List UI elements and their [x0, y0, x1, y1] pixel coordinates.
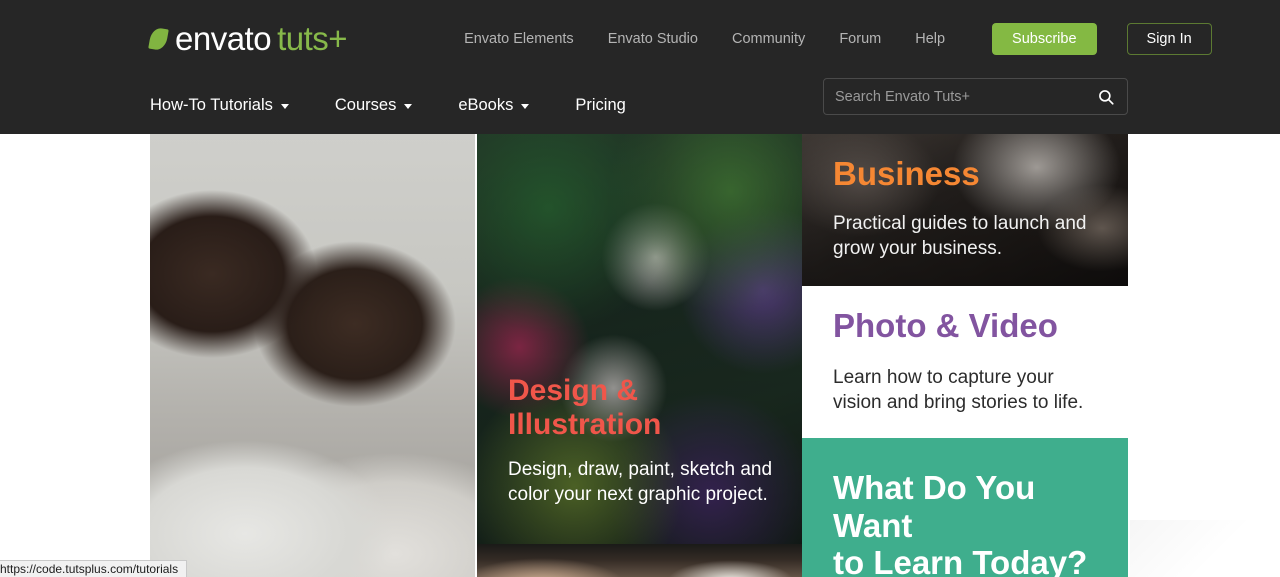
site-header: envato tuts+ Envato Elements Envato Stud…	[0, 0, 1280, 134]
main-nav: How-To Tutorials Courses eBooks Pricing	[150, 96, 672, 115]
chevron-down-icon	[521, 104, 530, 109]
top-nav-item-community[interactable]: Community	[715, 31, 822, 47]
main-nav-item-ebooks[interactable]: eBooks	[458, 96, 530, 115]
top-nav: Envato Elements Envato Studio Community …	[447, 22, 1212, 55]
site-logo[interactable]: envato tuts+	[148, 20, 348, 57]
card-photo-video-body: Learn how to capture your vision and bri…	[833, 366, 1084, 414]
grid-column-left	[150, 134, 475, 577]
photo-tile-desk[interactable]	[477, 544, 802, 577]
status-bar-url: https://code.tutsplus.com/tutorials	[0, 560, 188, 577]
chevron-down-icon	[404, 104, 413, 109]
search-box[interactable]	[823, 78, 1128, 115]
main-nav-label-pricing: Pricing	[575, 96, 626, 114]
scroll-shadow	[1130, 520, 1280, 577]
main-nav-item-how-to-tutorials[interactable]: How-To Tutorials	[150, 96, 289, 115]
brand-word-tutsplus: tuts+	[277, 20, 348, 57]
card-learn-today[interactable]: What Do You Want to Learn Today? Discove…	[802, 438, 1128, 577]
top-nav-item-help[interactable]: Help	[898, 31, 962, 47]
card-design-illustration-title-line1: Design &	[508, 374, 639, 407]
chevron-down-icon	[280, 104, 289, 109]
card-photo-video[interactable]: Photo & Video Learn how to capture your …	[802, 286, 1128, 438]
card-design-illustration-body: Design, draw, paint, sketch and color yo…	[508, 459, 773, 506]
card-design-illustration[interactable]: Design & Illustration Design, draw, pain…	[477, 134, 802, 544]
search-input[interactable]	[835, 88, 1097, 105]
card-photo-video-content: Photo & Video Learn how to capture your …	[833, 307, 1102, 415]
card-business-content: Business Practical guides to launch and …	[833, 155, 1102, 261]
main-nav-item-pricing[interactable]: Pricing	[575, 96, 625, 115]
grid-column-middle: Design & Illustration Design, draw, pain…	[477, 134, 802, 577]
grid-column-right: Business Practical guides to launch and …	[802, 134, 1128, 577]
card-business-body: Practical guides to launch and grow your…	[833, 212, 1087, 260]
search-icon[interactable]	[1097, 88, 1115, 106]
photo-tile-people[interactable]	[150, 134, 475, 577]
main-nav-label-how-to-tutorials: How-To Tutorials	[150, 96, 273, 114]
category-grid: Design & Illustration Design, draw, pain…	[0, 134, 1280, 577]
card-learn-today-content: What Do You Want to Learn Today? Discove…	[833, 469, 1102, 577]
top-nav-item-envato-studio[interactable]: Envato Studio	[591, 31, 715, 47]
subscribe-button[interactable]: Subscribe	[992, 22, 1097, 55]
main-nav-label-courses: Courses	[334, 96, 397, 114]
main-nav-label-ebooks: eBooks	[458, 96, 514, 114]
card-learn-today-title-line2: to Learn Today?	[833, 544, 1088, 577]
top-nav-item-forum[interactable]: Forum	[822, 31, 898, 47]
card-photo-video-title: Photo & Video	[833, 307, 1058, 344]
brand-word-envato: envato	[175, 20, 272, 57]
leaf-icon	[148, 26, 169, 51]
top-nav-item-envato-elements[interactable]: Envato Elements	[447, 31, 591, 47]
main-nav-item-courses[interactable]: Courses	[334, 96, 413, 115]
card-business[interactable]: Business Practical guides to launch and …	[802, 134, 1128, 286]
sign-in-button[interactable]: Sign In	[1126, 22, 1212, 55]
card-business-title: Business	[833, 155, 980, 192]
card-design-illustration-content: Design & Illustration Design, draw, pain…	[508, 374, 776, 508]
card-design-illustration-title-line2: Illustration	[508, 407, 662, 441]
header-top-row: envato tuts+ Envato Elements Envato Stud…	[0, 0, 1280, 77]
card-learn-today-title-line1: What Do You Want	[833, 469, 1036, 544]
